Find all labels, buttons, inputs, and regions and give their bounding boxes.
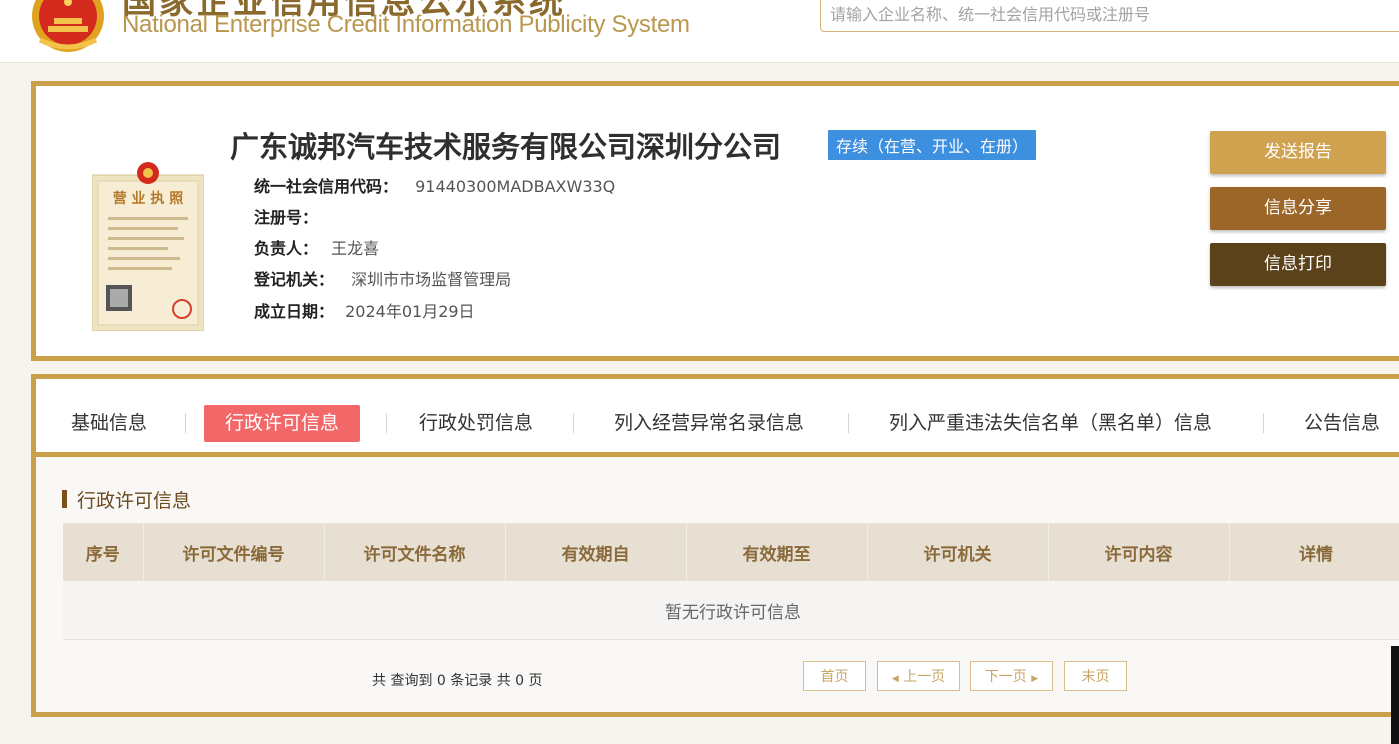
column-header: 有效期至 <box>686 523 868 581</box>
svg-text:营 业 执 照: 营 业 执 照 <box>113 190 184 207</box>
field-established: 成立日期： 2024年01月29日 <box>254 298 475 322</box>
prev-page-button[interactable]: ◀ 上一页 <box>877 661 960 691</box>
column-header: 许可内容 <box>1048 523 1230 581</box>
tab-divider <box>848 413 849 433</box>
field-label: 统一社会信用代码： <box>254 177 399 196</box>
tab-admin-penalty[interactable]: 行政处罚信息 <box>419 405 533 442</box>
national-emblem-icon <box>32 0 104 52</box>
column-header: 有效期自 <box>505 523 687 581</box>
tab-bar: 基础信息 行政许可信息 行政处罚信息 列入经营异常名录信息 列入严重违法失信名单… <box>36 379 1399 457</box>
tab-announcement[interactable]: 公告信息 <box>1304 405 1380 442</box>
field-label: 登记机关： <box>254 270 335 289</box>
tab-abnormal-list[interactable]: 列入经营异常名录信息 <box>614 405 804 442</box>
tab-blacklist[interactable]: 列入严重违法失信名单（黑名单）信息 <box>889 405 1212 442</box>
next-page-label: 下一页 <box>984 669 1027 685</box>
field-value: 2024年01月29日 <box>345 302 475 321</box>
send-report-button[interactable]: 发送报告 <box>1210 131 1386 174</box>
column-header: 许可文件编号 <box>143 523 325 581</box>
next-page-button[interactable]: 下一页 ▶ <box>970 661 1053 691</box>
column-header: 详情 <box>1229 523 1399 581</box>
status-badge: 存续（在营、开业、在册） <box>828 130 1037 160</box>
column-header: 序号 <box>63 523 144 581</box>
tab-admin-license[interactable]: 行政许可信息 <box>204 405 361 442</box>
field-value: 91440300MADBAXW33Q <box>415 177 616 196</box>
field-label: 注册号： <box>254 208 319 227</box>
search-box <box>820 0 1399 32</box>
search-input[interactable] <box>821 0 1399 31</box>
first-page-button[interactable]: 首页 <box>803 661 866 691</box>
field-value: 深圳市市场监督管理局 <box>351 270 512 289</box>
caret-left-icon: ◀ <box>891 674 899 684</box>
tab-divider <box>185 413 186 433</box>
tab-divider <box>386 413 387 433</box>
field-label: 负责人： <box>254 239 319 258</box>
window-edge <box>1391 646 1399 744</box>
field-reg-no: 注册号： <box>254 204 318 228</box>
table-header-row: 序号 许可文件编号 许可文件名称 有效期自 有效期至 许可机关 许可内容 详情 <box>63 523 1399 581</box>
section-title: 行政许可信息 <box>61 486 192 513</box>
field-label: 成立日期： <box>254 302 335 321</box>
company-info-card: 营 业 执 照 广东诚邦汽车技术服务有限公司深圳分公司 存续（在营、开业、在册）… <box>31 81 1399 361</box>
field-value: 王龙喜 <box>331 239 380 258</box>
record-summary: 共 查询到 0 条记录 共 0 页 <box>372 673 543 689</box>
column-header: 许可机关 <box>867 523 1049 581</box>
tab-divider <box>1263 413 1264 433</box>
field-principal: 负责人： 王龙喜 <box>254 235 379 259</box>
business-license-icon: 营 业 执 照 <box>92 162 204 331</box>
empty-message: 暂无行政许可信息 <box>63 581 1399 640</box>
caret-right-icon: ▶ <box>1031 674 1039 684</box>
share-info-button[interactable]: 信息分享 <box>1210 187 1386 230</box>
column-header: 许可文件名称 <box>324 523 506 581</box>
prev-page-label: 上一页 <box>903 669 946 685</box>
field-authority: 登记机关： 深圳市市场监督管理局 <box>254 266 511 290</box>
last-page-button[interactable]: 末页 <box>1064 661 1127 691</box>
system-title-en: National Enterprise Credit Information P… <box>122 11 690 38</box>
section-title-text: 行政许可信息 <box>77 490 192 512</box>
table-row: 暂无行政许可信息 <box>63 581 1399 640</box>
site-header: 国家企业信用信息公示系统 National Enterprise Credit … <box>0 0 1399 63</box>
license-table: 序号 许可文件编号 许可文件名称 有效期自 有效期至 许可机关 许可内容 详情 … <box>63 523 1399 640</box>
tab-basic-info[interactable]: 基础信息 <box>71 405 147 442</box>
details-panel: 基础信息 行政许可信息 行政处罚信息 列入经营异常名录信息 列入严重违法失信名单… <box>31 374 1399 717</box>
field-credit-code: 统一社会信用代码： 91440300MADBAXW33Q <box>254 173 615 197</box>
tab-divider <box>573 413 574 433</box>
company-name: 广东诚邦汽车技术服务有限公司深圳分公司 <box>230 130 782 164</box>
print-info-button[interactable]: 信息打印 <box>1210 243 1386 286</box>
